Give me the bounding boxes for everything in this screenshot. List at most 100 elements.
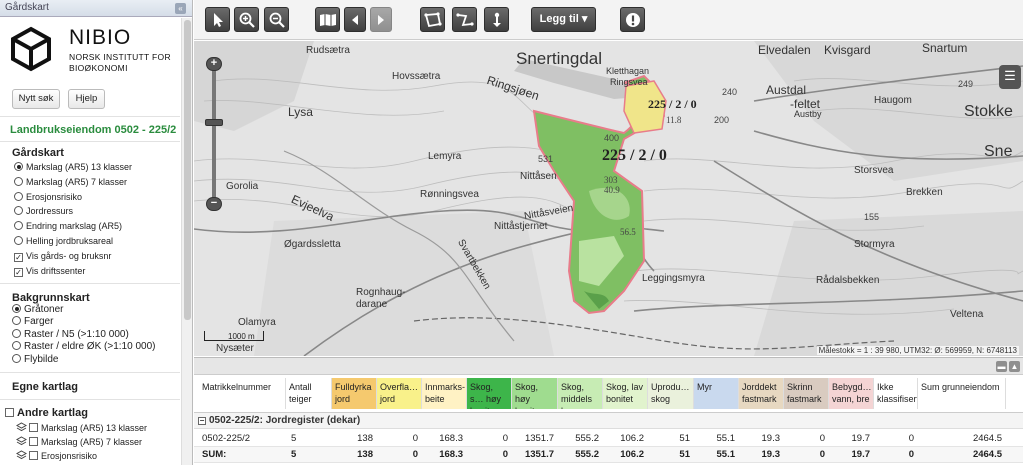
column-header[interactable]: Skog, høy bonite bbox=[512, 378, 558, 409]
table-cell: 0 bbox=[502, 433, 508, 444]
option-label: Erosjonsrisiko bbox=[26, 191, 83, 202]
collapse-panel-button[interactable]: « bbox=[175, 3, 186, 14]
layer-switcher-button[interactable]: ☰ bbox=[999, 65, 1021, 89]
previous-extent-button[interactable] bbox=[344, 7, 366, 32]
checkbox[interactable]: ✓ bbox=[14, 267, 23, 277]
andre-kartlag-item[interactable]: Markslag (AR5) 13 klasser bbox=[16, 421, 147, 435]
map-label: Austdal bbox=[766, 83, 807, 97]
minimize-table-button[interactable]: ▬ bbox=[996, 361, 1007, 372]
table-cell: 0 bbox=[412, 433, 418, 444]
gardskart-option[interactable]: Markslag (AR5) 13 klasser bbox=[14, 160, 132, 174]
column-header[interactable]: Innmarks-beite bbox=[422, 378, 467, 409]
option-label: Raster / eldre ØK (>1:10 000) bbox=[24, 341, 156, 353]
column-header[interactable]: Skog, s… høy bonite bbox=[467, 378, 512, 409]
checkbox[interactable] bbox=[29, 451, 38, 460]
column-header[interactable]: Uprodu… skog bbox=[648, 378, 694, 409]
gardskart-option[interactable]: Erosjonsrisiko bbox=[14, 190, 82, 204]
radio-button[interactable] bbox=[12, 353, 21, 363]
radio-button[interactable] bbox=[12, 304, 21, 313]
help-button[interactable]: Hjelp bbox=[68, 89, 105, 109]
option-label: Helling jordbruksareal bbox=[26, 236, 114, 246]
andre-kartlag-item[interactable]: Markslag (AR5) 7 klasser bbox=[16, 435, 142, 449]
table-cell: 0 bbox=[819, 449, 825, 460]
gardskart-option[interactable]: Endring markslag (AR5) bbox=[14, 219, 122, 233]
zoom-slider-handle[interactable] bbox=[205, 119, 223, 126]
map-canvas[interactable]: Rudsætra Hovssætra Snertingdal Kletthaga… bbox=[194, 41, 1023, 356]
table-row[interactable]: 0502-225/2 5 138 0 168.3 0 1351.7 555.2 106.2 51 5… bbox=[194, 431, 1023, 447]
elevation-label: 531 bbox=[538, 154, 554, 164]
add-layer-dropdown[interactable]: Legg til ▾ bbox=[531, 7, 596, 32]
radio-button[interactable] bbox=[12, 341, 21, 351]
table-cell: 51 bbox=[679, 433, 690, 444]
radio-button[interactable] bbox=[14, 206, 23, 216]
gardskart-option[interactable]: ✓ Vis gårds- og bruksnr bbox=[14, 249, 111, 263]
map-toolbar: Legg til ▾ bbox=[194, 0, 1023, 40]
column-header[interactable]: Skrinn fastmark bbox=[784, 378, 829, 409]
zoom-minus-button[interactable]: − bbox=[206, 197, 222, 211]
column-header[interactable]: Jorddekt fastmark bbox=[739, 378, 784, 409]
option-label: Markslag (AR5) 13 klasser bbox=[26, 162, 133, 172]
zoom-out-button[interactable] bbox=[264, 7, 289, 32]
radio-button[interactable] bbox=[14, 162, 23, 171]
table-group-row[interactable]: −0502-225/2: Jordregister (dekar) bbox=[194, 412, 1023, 429]
checkbox[interactable] bbox=[29, 423, 38, 432]
info-button[interactable] bbox=[620, 7, 645, 32]
map-label: Øgardssletta bbox=[284, 239, 341, 250]
group-label: 0502-225/2: Jordregister (dekar) bbox=[209, 415, 361, 426]
maximize-table-button[interactable]: ▲ bbox=[1009, 361, 1020, 372]
map-label: Nittåsen bbox=[520, 171, 557, 182]
panel-scrollbar[interactable] bbox=[181, 18, 192, 465]
place-marker-button[interactable] bbox=[484, 7, 509, 32]
elevation-label: 249 bbox=[958, 79, 974, 89]
next-extent-button[interactable] bbox=[370, 7, 392, 32]
table-cell: 55.1 bbox=[716, 449, 736, 460]
table-sum-row[interactable]: SUM: 5 138 0 168.3 0 1351.7 555.2 106.2 51 55.1 19.… bbox=[194, 447, 1023, 463]
column-header[interactable]: Matrikkelnummer bbox=[199, 378, 286, 409]
column-header[interactable]: Antall teiger bbox=[286, 378, 332, 409]
select-tool-button[interactable] bbox=[205, 7, 230, 32]
gardskart-option[interactable]: Jordressurs bbox=[14, 204, 73, 218]
radio-button[interactable] bbox=[14, 191, 23, 201]
gardskart-option[interactable]: Markslag (AR5) 7 klasser bbox=[14, 175, 127, 189]
full-extent-button[interactable] bbox=[315, 7, 340, 32]
table-cell: 0 bbox=[819, 433, 825, 444]
column-header[interactable]: Skog, lav bonitet bbox=[603, 378, 648, 409]
andre-kartlag-item[interactable]: Erosjonsrisiko bbox=[16, 449, 97, 463]
zoom-plus-button[interactable]: + bbox=[206, 57, 222, 71]
map-label: Lemyra bbox=[428, 151, 462, 162]
radio-button[interactable] bbox=[12, 316, 21, 326]
column-header[interactable]: Myr bbox=[694, 378, 739, 409]
gardskart-option[interactable]: Helling jordbruksareal bbox=[14, 234, 113, 248]
collapse-group-icon[interactable]: − bbox=[198, 417, 206, 425]
scale-bar-label: 1000 m bbox=[228, 332, 255, 341]
checkbox[interactable]: ✓ bbox=[14, 252, 23, 262]
radio-button[interactable] bbox=[14, 221, 23, 231]
divider bbox=[0, 283, 180, 284]
column-header[interactable]: Skog, middels bo bbox=[558, 378, 603, 409]
andre-kartlag-checkbox[interactable] bbox=[5, 408, 14, 417]
zoom-in-button[interactable] bbox=[234, 7, 259, 32]
scroll-thumb[interactable] bbox=[184, 20, 191, 320]
measure-area-button[interactable] bbox=[420, 7, 445, 32]
andre-kartlag-title[interactable]: Andre kartlag bbox=[5, 407, 88, 419]
zoom-in-icon bbox=[239, 12, 255, 29]
measure-line-button[interactable] bbox=[452, 7, 477, 32]
checkbox[interactable] bbox=[29, 437, 38, 446]
column-header[interactable]: Sum grunneiendom bbox=[918, 378, 1006, 409]
column-header[interactable]: Ikke klassifisert bbox=[874, 378, 918, 409]
column-header[interactable]: Bebygd… vann, bre bbox=[829, 378, 874, 409]
logo-subtitle-2: BIOØKONOMI bbox=[69, 63, 128, 73]
radio-button[interactable] bbox=[14, 176, 23, 186]
zoom-track[interactable] bbox=[212, 65, 216, 207]
radio-button[interactable] bbox=[14, 236, 23, 245]
egne-kartlag-title[interactable]: Egne kartlag bbox=[12, 381, 78, 393]
bakgrunnskart-option[interactable]: Flybilde bbox=[12, 353, 58, 367]
layer-stack-icon bbox=[16, 450, 27, 460]
layers-icon: ☰ bbox=[1004, 68, 1016, 83]
new-search-button[interactable]: Nytt søk bbox=[12, 89, 60, 109]
column-header[interactable]: Overfla… jord bbox=[377, 378, 422, 409]
column-header[interactable]: Fulldyrka jord bbox=[332, 378, 377, 409]
gardskart-option[interactable]: ✓ Vis driftssenter bbox=[14, 264, 85, 278]
nibio-logo: NIBIO NORSK INSTITUTT FOR BIOØKONOMI bbox=[9, 26, 179, 76]
radio-button[interactable] bbox=[12, 328, 21, 338]
